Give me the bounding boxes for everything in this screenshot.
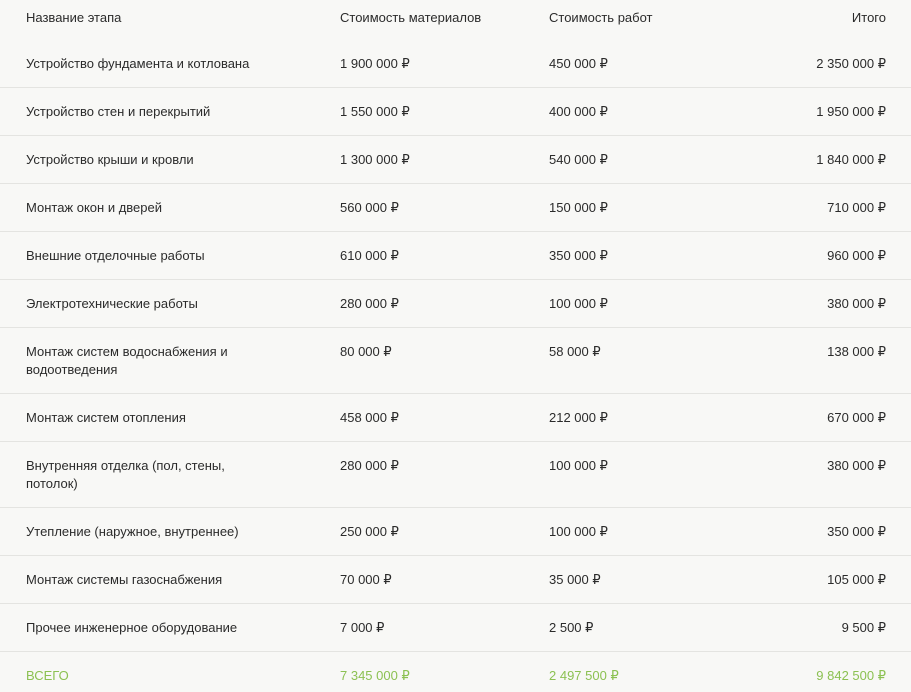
table-row: Монтаж систем водоснабжения и водоотведе… <box>0 327 911 394</box>
header-materials: Стоимость материалов <box>340 10 482 25</box>
materials-cell: 560 000 ₽ <box>340 183 549 232</box>
table-row: Устройство фундамента и котлована 1 900 … <box>0 35 911 88</box>
works-cell: 212 000 ₽ <box>549 393 758 442</box>
materials-cell: 7 000 ₽ <box>340 603 549 652</box>
works-cell: 540 000 ₽ <box>549 135 758 184</box>
total-cell: 1 840 000 ₽ <box>758 135 911 184</box>
works-cell: 450 000 ₽ <box>549 56 608 71</box>
table-row: Прочее инженерное оборудование 7 000 ₽ 2… <box>0 603 911 652</box>
works-cell: 100 000 ₽ <box>549 279 758 328</box>
summary-label: ВСЕГО <box>0 651 340 692</box>
materials-cell: 1 550 000 ₽ <box>340 87 549 136</box>
works-cell: 400 000 ₽ <box>549 87 758 136</box>
works-cell: 100 000 ₽ <box>549 441 758 508</box>
materials-cell: 80 000 ₽ <box>340 327 549 394</box>
stage-cell: Монтаж систем водоснабжения и водоотведе… <box>0 327 340 394</box>
summary-total: 9 842 500 ₽ <box>758 651 911 692</box>
summary-row: ВСЕГО 7 345 000 ₽ 2 497 500 ₽ 9 842 500 … <box>0 651 911 692</box>
header-stage: Название этапа <box>26 10 122 25</box>
total-cell: 138 000 ₽ <box>758 327 911 394</box>
stage-cell: Внешние отделочные работы <box>0 231 340 280</box>
total-cell: 960 000 ₽ <box>758 231 911 280</box>
stage-cell: Монтаж окон и дверей <box>0 183 340 232</box>
table-row: Утепление (наружное, внутреннее) 250 000… <box>0 507 911 556</box>
header-row: Название этапа Стоимость материалов Стои… <box>0 0 911 35</box>
table-row: Устройство крыши и кровли 1 300 000 ₽ 54… <box>0 135 911 184</box>
materials-cell: 280 000 ₽ <box>340 441 549 508</box>
total-cell: 1 950 000 ₽ <box>758 87 911 136</box>
materials-cell: 610 000 ₽ <box>340 231 549 280</box>
header-works: Стоимость работ <box>549 10 653 25</box>
works-cell: 150 000 ₽ <box>549 183 758 232</box>
materials-cell: 250 000 ₽ <box>340 507 549 556</box>
works-cell: 350 000 ₽ <box>549 231 758 280</box>
table-row: Монтаж систем отопления 458 000 ₽ 212 00… <box>0 393 911 442</box>
stage-cell: Монтаж системы газоснабжения <box>0 555 340 604</box>
materials-cell: 280 000 ₽ <box>340 279 549 328</box>
stage-cell: Устройство стен и перекрытий <box>0 87 340 136</box>
table-row: Монтаж системы газоснабжения 70 000 ₽ 35… <box>0 555 911 604</box>
materials-cell: 70 000 ₽ <box>340 555 549 604</box>
table-row: Устройство стен и перекрытий 1 550 000 ₽… <box>0 87 911 136</box>
materials-cell: 1 300 000 ₽ <box>340 135 549 184</box>
cost-table: Название этапа Стоимость материалов Стои… <box>0 0 911 692</box>
table-row: Внешние отделочные работы 610 000 ₽ 350 … <box>0 231 911 280</box>
total-cell: 380 000 ₽ <box>758 441 911 508</box>
table-row: Электротехнические работы 280 000 ₽ 100 … <box>0 279 911 328</box>
works-cell: 35 000 ₽ <box>549 555 758 604</box>
summary-works: 2 497 500 ₽ <box>549 651 758 692</box>
header-total: Итого <box>851 10 886 25</box>
materials-cell: 1 900 000 ₽ <box>340 56 410 71</box>
total-cell: 2 350 000 ₽ <box>816 56 886 71</box>
stage-cell: Монтаж систем отопления <box>0 393 340 442</box>
works-cell: 100 000 ₽ <box>549 507 758 556</box>
summary-materials: 7 345 000 ₽ <box>340 651 549 692</box>
total-cell: 350 000 ₽ <box>758 507 911 556</box>
stage-cell: Внутренняя отделка (пол, стены, потолок) <box>0 441 340 508</box>
stage-cell: Прочее инженерное оборудование <box>0 603 340 652</box>
total-cell: 105 000 ₽ <box>758 555 911 604</box>
works-cell: 58 000 ₽ <box>549 327 758 394</box>
total-cell: 710 000 ₽ <box>758 183 911 232</box>
stage-cell: Устройство фундамента и котлована <box>26 56 250 71</box>
table-body: Устройство фундамента и котлована 1 900 … <box>0 35 911 692</box>
total-cell: 9 500 ₽ <box>758 603 911 652</box>
table-row: Монтаж окон и дверей 560 000 ₽ 150 000 ₽… <box>0 183 911 232</box>
table-header: Название этапа Стоимость материалов Стои… <box>0 0 911 35</box>
works-cell: 2 500 ₽ <box>549 603 758 652</box>
stage-cell: Электротехнические работы <box>0 279 340 328</box>
table-row: Внутренняя отделка (пол, стены, потолок)… <box>0 441 911 508</box>
total-cell: 670 000 ₽ <box>758 393 911 442</box>
materials-cell: 458 000 ₽ <box>340 393 549 442</box>
total-cell: 380 000 ₽ <box>758 279 911 328</box>
stage-cell: Устройство крыши и кровли <box>0 135 340 184</box>
stage-cell: Утепление (наружное, внутреннее) <box>0 507 340 556</box>
